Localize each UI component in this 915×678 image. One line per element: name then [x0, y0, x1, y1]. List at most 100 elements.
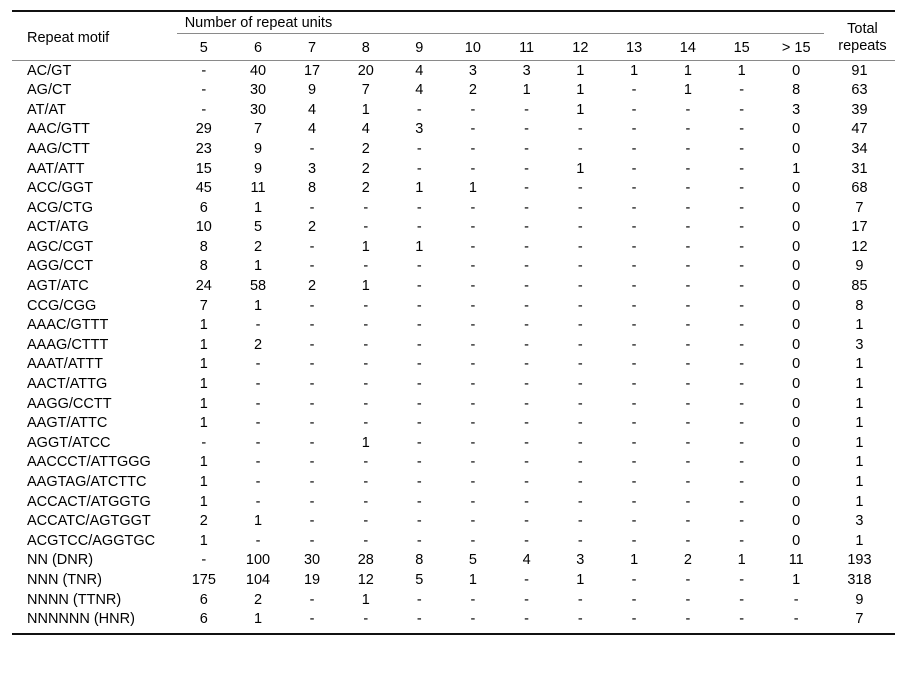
cell-repeat-motif: AC/GT: [27, 62, 72, 79]
cell-count: -: [685, 611, 691, 628]
cell-count: -: [309, 591, 315, 608]
cell-count: -: [524, 415, 530, 432]
cell-count: -: [416, 591, 422, 608]
cell-count: -: [577, 180, 583, 197]
cell-repeat-motif: AT/AT: [27, 101, 66, 118]
cell-count: -: [577, 238, 583, 255]
cell-count: -: [739, 297, 745, 314]
cell-total-repeats: 1: [855, 415, 864, 432]
cell-count: 30: [249, 101, 267, 118]
cell-count: -: [685, 336, 691, 353]
cell-count: -: [631, 356, 637, 373]
cell-count: 1: [199, 474, 208, 491]
cell-count: 1: [199, 493, 208, 510]
cell-total-repeats: 3: [855, 513, 864, 530]
cell-count: -: [631, 434, 637, 451]
table-row: NN (DNR) -100 30 28 8 5 4 3 1 2 1 11 193: [12, 551, 895, 571]
cell-count: 19: [303, 571, 321, 588]
cell-count: 8: [199, 258, 208, 275]
cell-count: -: [470, 493, 476, 510]
cell-count: -: [524, 121, 530, 138]
cell-count: -: [685, 219, 691, 236]
column-header-units-14: 14: [679, 39, 696, 56]
cell-count: -: [577, 199, 583, 216]
column-header-units-5: 5: [199, 39, 208, 56]
cell-count: -: [739, 415, 745, 432]
cell-count: -: [739, 336, 745, 353]
cell-repeat-motif: ACG/CTG: [27, 199, 94, 216]
cell-count: 1: [199, 356, 208, 373]
cell-count: -: [524, 101, 530, 118]
cell-total-repeats: 1: [855, 356, 864, 373]
cell-count: -: [631, 474, 637, 491]
table-row: ACCACT/ATGGTG 1 - - - - - - - - - - 0 1: [12, 492, 895, 512]
cell-count: 1: [361, 434, 370, 451]
cell-repeat-motif: AGC/CGT: [27, 238, 94, 255]
cell-count: -: [363, 219, 369, 236]
cell-count: 1: [253, 513, 263, 530]
cell-count: -: [363, 474, 369, 491]
cell-count: -: [416, 160, 422, 177]
cell-repeat-motif: ACC/GGT: [27, 180, 94, 197]
cell-count: -: [524, 493, 530, 510]
cell-count: -: [631, 82, 637, 99]
cell-count: -: [470, 376, 476, 393]
total-repeats-line-2: repeats: [838, 38, 887, 54]
cell-total-repeats: 17: [851, 219, 868, 236]
cell-count: -: [416, 297, 422, 314]
cell-count: -: [309, 199, 315, 216]
cell-repeat-motif: CCG/CGG: [27, 297, 97, 314]
cell-count: 1: [468, 180, 477, 197]
cell-count: -: [416, 395, 422, 412]
cell-count: 4: [522, 552, 531, 569]
cell-count: 0: [792, 140, 801, 157]
table-container: Repeat motif Number of repeat units Tota…: [0, 0, 915, 678]
table-row: ACGTCC/AGGTGC 1 - - - - - - - - - - 0 1: [12, 531, 895, 551]
cell-count: -: [577, 591, 583, 608]
cell-count: -: [416, 278, 422, 295]
cell-count: -: [577, 336, 583, 353]
cell-count: 1: [576, 82, 585, 99]
cell-count: 1: [576, 160, 585, 177]
cell-count: -: [524, 513, 530, 530]
cell-repeat-motif: AG/CT: [27, 82, 72, 99]
cell-count: -: [577, 434, 583, 451]
table-bottom-rule: [12, 629, 895, 636]
cell-count: -: [201, 552, 207, 569]
cell-count: -: [363, 199, 369, 216]
cell-count: -: [631, 317, 637, 334]
cell-repeat-motif: AAGT/ATTC: [27, 415, 108, 432]
cell-count: -: [739, 238, 745, 255]
cell-count: 15: [195, 160, 212, 177]
cell-count: -: [309, 513, 315, 530]
cell-total-repeats: 31: [851, 160, 868, 177]
cell-count: -: [739, 317, 745, 334]
cell-count: 1: [630, 552, 639, 569]
cell-count: -: [470, 454, 476, 471]
cell-count: 5: [253, 219, 263, 236]
cell-total-repeats: 3: [855, 336, 864, 353]
table-row: AAGTAG/ATCTTC 1 - - - - - - - - - - 0 1: [12, 472, 895, 492]
cell-count: -: [577, 513, 583, 530]
cell-count: -: [524, 356, 530, 373]
cell-count: -: [739, 376, 745, 393]
cell-count: 2: [253, 336, 263, 353]
table-row: AACCCT/ATTGGG 1 - - - - - - - - - - 0 1: [12, 453, 895, 473]
column-header-units-15: 15: [733, 39, 750, 56]
cell-total-repeats: 318: [847, 571, 872, 588]
cell-count: 2: [361, 180, 370, 197]
cell-count: 1: [253, 297, 263, 314]
cell-count: 0: [792, 62, 801, 79]
cell-count: 0: [792, 297, 801, 314]
cell-count: 2: [468, 82, 477, 99]
cell-count: -: [201, 434, 207, 451]
cell-count: -: [685, 199, 691, 216]
cell-count: -: [363, 513, 369, 530]
cell-count: -: [685, 532, 691, 549]
total-repeats-line-1: Total: [847, 21, 878, 38]
table-row: AT/AT - 30 4 1 - - - 1 - - - 3 39: [12, 100, 895, 120]
column-header-total-repeats: Total repeats: [824, 16, 895, 60]
cell-count: -: [524, 571, 530, 588]
cell-count: 1: [415, 238, 424, 255]
cell-total-repeats: 12: [851, 238, 868, 255]
